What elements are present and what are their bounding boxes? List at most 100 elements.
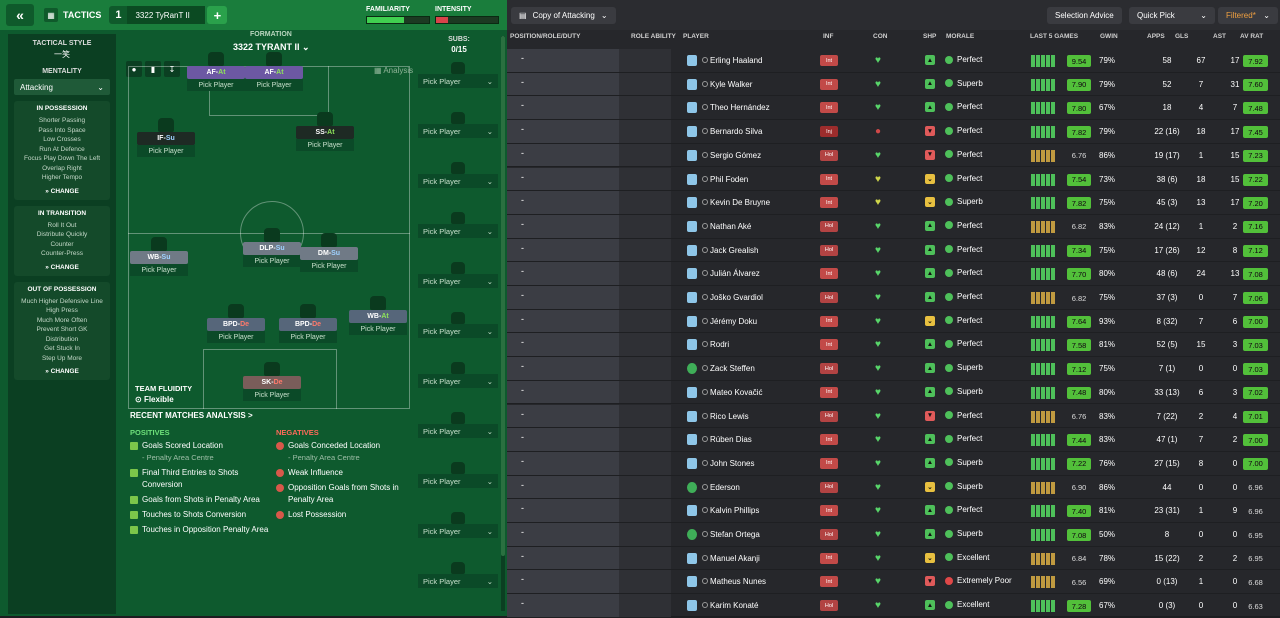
formation-slot-bpd[interactable]: BPD - De Pick Player (207, 304, 265, 343)
position-role-duty-cell[interactable]: - (507, 262, 619, 285)
favourite-icon[interactable] (702, 199, 708, 206)
position-role-duty-cell[interactable]: - (507, 333, 619, 357)
table-row[interactable]: - Phil Foden Int ♥ ⌄ Perfect 7.54 73% 38 (6) 18 15… (507, 167, 1280, 192)
player-name[interactable]: Sergio Gómez (710, 151, 761, 160)
table-row[interactable]: - Joško Gvardiol Hol ♥ ▲ Perfect 6.82 75% 37 (3)… (507, 286, 1280, 310)
favourite-icon[interactable] (702, 246, 708, 253)
favourite-icon[interactable] (702, 507, 708, 514)
add-tactic-button[interactable]: + (207, 6, 228, 24)
column-header[interactable]: GWIN (1100, 33, 1118, 40)
out-of-possession-change-button[interactable]: » CHANGE (16, 368, 108, 375)
table-row[interactable]: - Rodri Int ♥ ▲ Perfect 7.58 81% 52 (5) 15 3 7.03 (507, 333, 1280, 358)
table-row[interactable]: - Bernardo Silva Inj ● ▼ Perfect 7.82 79% 22 (16… (507, 120, 1280, 144)
column-header[interactable]: INF (823, 33, 833, 40)
in-possession-change-button[interactable]: » CHANGE (16, 188, 108, 195)
familiarity-bar[interactable] (366, 16, 430, 24)
pick-player-button[interactable]: Pick Player (130, 264, 188, 276)
sub-pick-player-dropdown[interactable]: Pick Player ⌄ (418, 374, 498, 388)
position-role-duty-cell[interactable]: - (507, 499, 619, 522)
position-role-duty-cell[interactable]: - (507, 286, 619, 309)
table-row[interactable]: - Rico Lewis Hol ♥ ▼ Perfect 6.76 83% 7 (22) 2 4 7.… (507, 404, 1280, 429)
sub-pick-player-dropdown[interactable]: Pick Player ⌄ (418, 474, 498, 488)
position-role-duty-cell[interactable]: - (507, 570, 619, 594)
role-duty-label[interactable]: DLP - Su (243, 242, 301, 255)
role-duty-label[interactable]: IF - Su (137, 132, 195, 145)
position-role-duty-cell[interactable]: - (507, 475, 619, 499)
sub-slot[interactable]: Pick Player ⌄ (418, 312, 498, 338)
negative-item[interactable]: Opposition Goals from Shots in Penalty A… (276, 482, 416, 506)
column-header[interactable]: MORALE (946, 33, 974, 40)
sub-slot[interactable]: Pick Player ⌄ (418, 212, 498, 238)
table-row[interactable]: - Nathan Aké Hol ♥ ▲ Perfect 6.82 83% 24 (12) 1 2 7… (507, 214, 1280, 239)
filtered-button[interactable]: Filtered * ⌄ (1218, 7, 1278, 24)
formation-slot-sk[interactable]: SK - De Pick Player (243, 362, 301, 401)
table-row[interactable]: - Kevin De Bruyne Int ♥ ⌄ Superb 7.82 75% 45 (3)… (507, 191, 1280, 215)
position-role-duty-cell[interactable]: - (507, 167, 619, 191)
pick-player-button[interactable]: Pick Player (243, 389, 301, 401)
table-row[interactable]: - Jack Grealish Hol ♥ ▲ Perfect 7.34 75% 17 (26)… (507, 238, 1280, 263)
position-role-duty-cell[interactable]: - (507, 238, 619, 262)
selection-advice-button[interactable]: Selection Advice (1047, 7, 1122, 24)
table-row[interactable]: - John Stones Int ♥ ▲ Superb 7.22 76% 27 (15) 8 0 7… (507, 451, 1280, 476)
sub-pick-player-dropdown[interactable]: Pick Player ⌄ (418, 74, 498, 88)
favourite-icon[interactable] (702, 175, 708, 182)
player-name[interactable]: Stefan Ortega (710, 530, 760, 539)
table-row[interactable]: - Karim Konaté Hol ♥ ▲ Excellent 7.28 67% 0 (3) 0… (507, 594, 1280, 618)
player-name[interactable]: Zack Steffen (710, 364, 755, 373)
sub-pick-player-dropdown[interactable]: Pick Player ⌄ (418, 174, 498, 188)
player-name[interactable]: Erling Haaland (710, 56, 762, 65)
formation-slot-af[interactable]: AF - At Pick Player (245, 52, 303, 91)
favourite-icon[interactable] (702, 436, 708, 443)
favourite-icon[interactable] (702, 365, 708, 372)
player-name[interactable]: Rico Lewis (710, 412, 749, 421)
position-role-duty-cell[interactable]: - (507, 546, 619, 570)
role-duty-label[interactable]: BPD - De (279, 318, 337, 331)
intensity-bar[interactable] (435, 16, 499, 24)
position-role-duty-cell[interactable]: - (507, 523, 619, 546)
favourite-icon[interactable] (702, 80, 708, 87)
favourite-icon[interactable] (702, 104, 708, 111)
player-name[interactable]: Rúben Dias (710, 435, 752, 444)
pick-player-button[interactable]: Pick Player (349, 323, 407, 335)
sub-slot[interactable]: Pick Player ⌄ (418, 112, 498, 138)
player-name[interactable]: Mateo Kovačić (710, 388, 762, 397)
position-role-duty-cell[interactable]: - (507, 120, 619, 143)
positive-item[interactable]: Final Third Entries to Shots Conversion (130, 467, 270, 491)
player-name[interactable]: Kalvin Phillips (710, 506, 759, 515)
column-header[interactable]: POSITION/ROLE/DUTY (510, 33, 580, 40)
player-name[interactable]: Matheus Nunes (710, 577, 766, 586)
sub-pick-player-dropdown[interactable]: Pick Player ⌄ (418, 224, 498, 238)
formation-slot-dlp[interactable]: DLP - Su Pick Player (243, 228, 301, 267)
player-name[interactable]: Kevin De Bruyne (710, 198, 770, 207)
table-row[interactable]: - Matheus Nunes Int ♥ ▼ Extremely Poor 6.56 69%… (507, 570, 1280, 595)
position-role-duty-cell[interactable]: - (507, 357, 619, 380)
position-role-duty-cell[interactable]: - (507, 404, 619, 428)
table-row[interactable]: - Mateo Kovačić Int ♥ ▲ Superb 7.48 80% 33 (13) 6… (507, 380, 1280, 405)
table-row[interactable]: - Zack Steffen Hol ♥ ▲ Superb 7.12 75% 7 (1) 0 0 7.… (507, 357, 1280, 381)
column-header[interactable]: LAST 5 GAMES (1030, 33, 1078, 40)
table-row[interactable]: - Stefan Ortega Hol ♥ ▲ Superb 7.08 50% 8 0 0 6.95 (507, 523, 1280, 547)
player-name[interactable]: Karim Konaté (710, 601, 758, 610)
positive-item[interactable]: Touches to Shots Conversion (130, 509, 270, 521)
table-row[interactable]: - Kyle Walker Int ♥ ▲ Superb 7.90 79% 52 7 31 7.60 (507, 72, 1280, 97)
back-button[interactable]: « (6, 4, 34, 26)
positive-item[interactable]: Goals from Shots in Penalty Area (130, 494, 270, 506)
sub-slot[interactable]: Pick Player ⌄ (418, 362, 498, 388)
sub-slot[interactable]: Pick Player ⌄ (418, 62, 498, 88)
role-duty-label[interactable]: DM - Su (300, 247, 358, 260)
tactic-name-tab[interactable]: 3322 TyRanT II (127, 6, 206, 24)
favourite-icon[interactable] (702, 554, 708, 561)
position-role-duty-cell[interactable]: - (507, 72, 619, 96)
player-name[interactable]: Nathan Aké (710, 222, 751, 231)
favourite-icon[interactable] (702, 57, 708, 63)
column-header[interactable]: PLAYER (683, 33, 709, 40)
favourite-icon[interactable] (702, 602, 708, 609)
subs-scrollbar[interactable] (501, 36, 505, 611)
in-transition-change-button[interactable]: » CHANGE (16, 264, 108, 271)
formation-slot-wb[interactable]: WB - At Pick Player (349, 296, 407, 335)
favourite-icon[interactable] (702, 317, 708, 324)
player-name[interactable]: John Stones (710, 459, 754, 468)
pick-player-button[interactable]: Pick Player (245, 79, 303, 91)
column-header[interactable]: SHP (923, 33, 936, 40)
sub-pick-player-dropdown[interactable]: Pick Player ⌄ (418, 524, 498, 538)
